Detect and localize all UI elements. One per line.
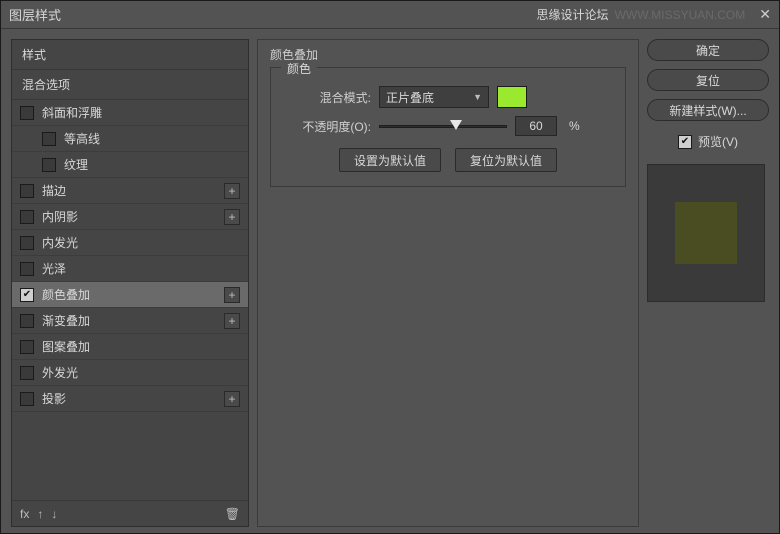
style-label: 内阴影 bbox=[42, 208, 78, 225]
slider-track bbox=[379, 125, 507, 128]
style-label: 描边 bbox=[42, 182, 66, 199]
style-checkbox[interactable]: ✔ bbox=[20, 288, 34, 302]
style-label: 纹理 bbox=[64, 156, 88, 173]
styles-panel: 样式 混合选项 斜面和浮雕等高线纹理描边+内阴影+内发光光泽✔颜色叠加+渐变叠加… bbox=[11, 39, 249, 527]
blend-mode-label: 混合模式: bbox=[283, 89, 371, 106]
watermark: 思缘设计论坛 WWW.MISSYUAN.COM bbox=[536, 6, 745, 23]
style-item-3[interactable]: 描边 + bbox=[12, 178, 248, 204]
opacity-slider[interactable] bbox=[379, 117, 507, 135]
opacity-unit: % bbox=[569, 119, 580, 133]
fx-icon[interactable]: fx bbox=[20, 507, 29, 521]
slider-thumb[interactable] bbox=[450, 120, 462, 130]
style-checkbox[interactable] bbox=[20, 340, 34, 354]
color-swatch[interactable] bbox=[497, 86, 527, 108]
style-item-11[interactable]: 投影 + bbox=[12, 386, 248, 412]
style-item-2[interactable]: 纹理 bbox=[12, 152, 248, 178]
style-label: 外发光 bbox=[42, 364, 78, 381]
opacity-label: 不透明度(O): bbox=[283, 118, 371, 135]
style-item-5[interactable]: 内发光 bbox=[12, 230, 248, 256]
ok-button[interactable]: 确定 bbox=[647, 39, 769, 61]
plus-icon[interactable]: + bbox=[224, 287, 240, 303]
style-label: 光泽 bbox=[42, 260, 66, 277]
action-panel: 确定 复位 新建样式(W)... ✔ 预览(V) bbox=[647, 39, 769, 527]
preview-label: 预览(V) bbox=[698, 133, 738, 150]
plus-icon[interactable]: + bbox=[224, 209, 240, 225]
styles-header[interactable]: 样式 bbox=[12, 40, 248, 70]
settings-panel: 颜色叠加 颜色 混合模式: 正片叠底 ▼ 不透明度(O): 60 % bbox=[257, 39, 639, 527]
style-label: 颜色叠加 bbox=[42, 286, 90, 303]
preview-box bbox=[647, 164, 765, 302]
styles-footer: fx ↑ ↓ 🗑 bbox=[12, 500, 248, 526]
default-buttons: 设置为默认值 复位为默认值 bbox=[283, 148, 613, 172]
plus-icon[interactable]: + bbox=[224, 183, 240, 199]
style-item-7[interactable]: ✔ 颜色叠加 + bbox=[12, 282, 248, 308]
style-label: 斜面和浮雕 bbox=[42, 104, 102, 121]
style-item-0[interactable]: 斜面和浮雕 bbox=[12, 100, 248, 126]
style-list: 斜面和浮雕等高线纹理描边 + 内阴影 + 内发光光泽 ✔ 颜色叠加 + 渐变叠加 + 图案叠加外发光… bbox=[12, 100, 248, 500]
preview-toggle[interactable]: ✔ 预览(V) bbox=[647, 133, 769, 150]
chevron-down-icon: ▼ bbox=[473, 92, 482, 102]
style-label: 渐变叠加 bbox=[42, 312, 90, 329]
blend-mode-select[interactable]: 正片叠底 ▼ bbox=[379, 86, 489, 108]
blend-mode-value: 正片叠底 bbox=[386, 89, 434, 106]
style-checkbox[interactable] bbox=[20, 184, 34, 198]
style-item-8[interactable]: 渐变叠加 + bbox=[12, 308, 248, 334]
close-icon[interactable]: ✕ bbox=[759, 6, 771, 23]
cancel-button[interactable]: 复位 bbox=[647, 69, 769, 91]
new-style-button[interactable]: 新建样式(W)... bbox=[647, 99, 769, 121]
color-group: 颜色 混合模式: 正片叠底 ▼ 不透明度(O): 60 % 设置为默认值 bbox=[270, 67, 626, 187]
style-item-10[interactable]: 外发光 bbox=[12, 360, 248, 386]
style-label: 内发光 bbox=[42, 234, 78, 251]
set-default-button[interactable]: 设置为默认值 bbox=[339, 148, 441, 172]
trash-icon[interactable]: 🗑 bbox=[225, 507, 240, 521]
window-title: 图层样式 bbox=[9, 5, 61, 24]
group-label: 颜色 bbox=[281, 60, 317, 77]
style-label: 投影 bbox=[42, 390, 66, 407]
arrow-down-icon[interactable]: ↓ bbox=[51, 507, 57, 521]
titlebar: 图层样式 思缘设计论坛 WWW.MISSYUAN.COM ✕ bbox=[1, 1, 779, 29]
blend-options-header[interactable]: 混合选项 bbox=[12, 70, 248, 100]
opacity-input[interactable]: 60 bbox=[515, 116, 557, 136]
style-label: 等高线 bbox=[64, 130, 100, 147]
style-checkbox[interactable] bbox=[20, 314, 34, 328]
style-checkbox[interactable] bbox=[20, 210, 34, 224]
dialog-content: 样式 混合选项 斜面和浮雕等高线纹理描边+内阴影+内发光光泽✔颜色叠加+渐变叠加… bbox=[1, 29, 779, 533]
preview-checkbox[interactable]: ✔ bbox=[678, 135, 692, 149]
style-checkbox[interactable] bbox=[20, 106, 34, 120]
style-item-6[interactable]: 光泽 bbox=[12, 256, 248, 282]
reset-default-button[interactable]: 复位为默认值 bbox=[455, 148, 557, 172]
style-checkbox[interactable] bbox=[20, 236, 34, 250]
style-checkbox[interactable] bbox=[42, 132, 56, 146]
style-label: 图案叠加 bbox=[42, 338, 90, 355]
blend-mode-row: 混合模式: 正片叠底 ▼ bbox=[283, 86, 613, 108]
style-checkbox[interactable] bbox=[20, 262, 34, 276]
arrow-up-icon[interactable]: ↑ bbox=[37, 507, 43, 521]
opacity-row: 不透明度(O): 60 % bbox=[283, 116, 613, 136]
style-item-4[interactable]: 内阴影 + bbox=[12, 204, 248, 230]
plus-icon[interactable]: + bbox=[224, 313, 240, 329]
style-checkbox[interactable] bbox=[42, 158, 56, 172]
style-item-1[interactable]: 等高线 bbox=[12, 126, 248, 152]
preview-swatch bbox=[675, 202, 737, 264]
style-item-9[interactable]: 图案叠加 bbox=[12, 334, 248, 360]
style-checkbox[interactable] bbox=[20, 366, 34, 380]
style-checkbox[interactable] bbox=[20, 392, 34, 406]
plus-icon[interactable]: + bbox=[224, 391, 240, 407]
section-title: 颜色叠加 bbox=[270, 46, 626, 63]
layer-style-dialog: { "titlebar":{"title":"图层样式","watermark_… bbox=[0, 0, 780, 534]
